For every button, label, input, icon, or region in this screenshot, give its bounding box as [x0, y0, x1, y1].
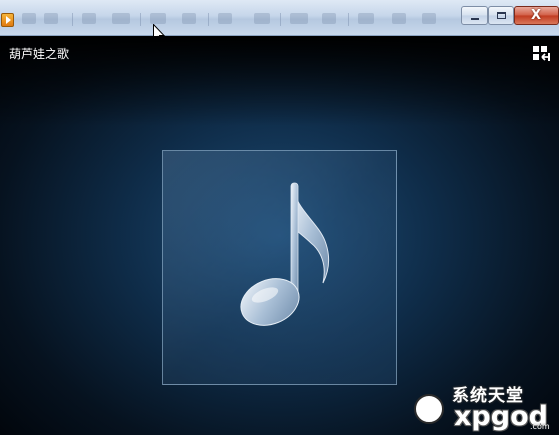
maximize-button[interactable]	[488, 6, 514, 25]
toolbar-separator	[208, 13, 209, 26]
toolbar-faded-icon	[44, 13, 58, 24]
toolbar-faded-icon	[182, 13, 196, 24]
toolbar-separator	[140, 13, 141, 26]
toolbar-faded-icon	[322, 13, 336, 24]
now-playing-view[interactable]: 葫芦娃之歌	[0, 36, 559, 435]
toolbar-faded-icon	[150, 13, 166, 24]
toolbar-faded-icon	[218, 13, 232, 24]
site-watermark: 系统天堂 xpgod .com	[410, 386, 559, 435]
media-player-icon[interactable]	[1, 13, 14, 27]
minimize-button[interactable]	[461, 6, 488, 25]
window-titlebar[interactable]: X	[0, 0, 559, 44]
watermark-domain-text: .com	[530, 422, 550, 431]
toolbar-faded-icon	[290, 13, 308, 24]
minimize-icon	[471, 18, 479, 20]
toolbar-faded-icon	[254, 13, 270, 24]
close-button[interactable]: X	[514, 6, 559, 25]
toolbar-faded-icon	[112, 13, 130, 24]
close-icon: X	[531, 8, 542, 23]
toolbar-faded-icon	[358, 13, 374, 24]
watermark-logo-icon	[414, 394, 444, 424]
toolbar-separator	[280, 13, 281, 26]
maximize-icon	[497, 12, 506, 19]
album-art	[162, 150, 397, 385]
switch-to-library-icon[interactable]	[532, 45, 552, 62]
toolbar-faded-icon	[422, 13, 436, 24]
toolbar-separator	[348, 13, 349, 26]
toolbar-faded-icon	[82, 13, 96, 24]
toolbar-faded-icon	[392, 13, 406, 24]
song-title: 葫芦娃之歌	[9, 47, 70, 61]
music-note-icon	[240, 182, 330, 326]
toolbar-faded-icon	[22, 13, 36, 24]
toolbar-separator	[72, 13, 73, 26]
